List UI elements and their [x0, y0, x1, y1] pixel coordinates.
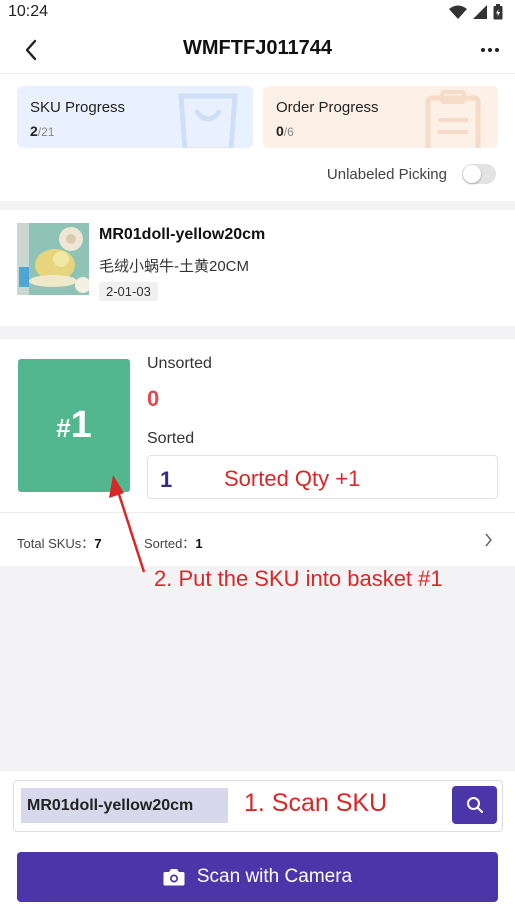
- status-icons: [449, 4, 503, 20]
- sorted-label: Sorted: [147, 430, 195, 447]
- search-icon: [466, 797, 483, 813]
- signal-icon: [473, 5, 487, 19]
- clipboard-icon: [425, 90, 481, 148]
- total-skus-label: Total SKUs：: [17, 536, 95, 551]
- toggle-knob: [463, 165, 481, 183]
- sorted-value: 1: [160, 467, 173, 492]
- scan-sku-input[interactable]: [21, 788, 228, 823]
- section-separator: [0, 326, 515, 339]
- unlabeled-picking-toggle[interactable]: [462, 164, 496, 184]
- wifi-icon: [449, 5, 467, 19]
- sku-progress-total: /21: [37, 125, 55, 139]
- order-progress-total: /6: [283, 125, 294, 139]
- section-separator: [0, 201, 515, 210]
- battery-icon: [493, 4, 503, 20]
- sku-progress-card: SKU Progress 2/21: [17, 86, 253, 148]
- unsorted-label: Unsorted: [147, 355, 212, 372]
- sorted-count-value: 1: [195, 536, 203, 551]
- totals-row[interactable]: Total SKUs：7 Sorted：1: [0, 527, 515, 551]
- order-progress-value: 0/6: [276, 123, 294, 139]
- sku-progress-label: SKU Progress: [30, 99, 126, 116]
- totals-divider: [0, 512, 515, 513]
- page-title: WMFTFJ011744: [183, 37, 332, 59]
- annotation-scan-sku: 1. Scan SKU: [244, 789, 388, 817]
- unsorted-value: 0: [147, 386, 160, 411]
- basket-number: 1: [70, 404, 92, 446]
- item-sku: MR01doll-yellow20cm: [99, 226, 266, 243]
- product-thumbnail: [17, 223, 89, 295]
- bag-icon: [178, 93, 238, 148]
- total-skus: Total SKUs：7: [17, 533, 102, 552]
- annotation-sorted-qty: Sorted Qty +1: [224, 466, 361, 491]
- scan-with-camera-button[interactable]: Scan with Camera: [17, 852, 498, 902]
- more-button[interactable]: [477, 36, 503, 64]
- location-badge: 2-01-03: [99, 282, 158, 301]
- sku-progress-current: 2: [30, 123, 38, 139]
- header-divider: [0, 73, 515, 74]
- product-image: [17, 223, 89, 295]
- empty-area: [0, 566, 515, 771]
- basket-hash: #: [56, 413, 71, 443]
- status-time: 10:24: [8, 3, 49, 20]
- order-progress-label: Order Progress: [276, 99, 379, 116]
- scan-with-camera-label: Scan with Camera: [196, 866, 353, 887]
- more-horizontal-icon: [481, 48, 499, 52]
- search-button[interactable]: [452, 786, 497, 824]
- chevron-right-icon: [485, 533, 492, 547]
- annotation-put-basket: 2. Put the SKU into basket #1: [154, 566, 443, 591]
- camera-icon: [163, 869, 185, 886]
- order-progress-card: Order Progress 0/6: [263, 86, 498, 148]
- unlabeled-picking-label: Unlabeled Picking: [326, 166, 447, 183]
- order-progress-current: 0: [276, 123, 284, 139]
- item-name: 毛绒小蜗牛-土黄20CM: [99, 258, 250, 275]
- sku-progress-value: 2/21: [30, 123, 54, 139]
- annotation-arrow: [109, 475, 146, 573]
